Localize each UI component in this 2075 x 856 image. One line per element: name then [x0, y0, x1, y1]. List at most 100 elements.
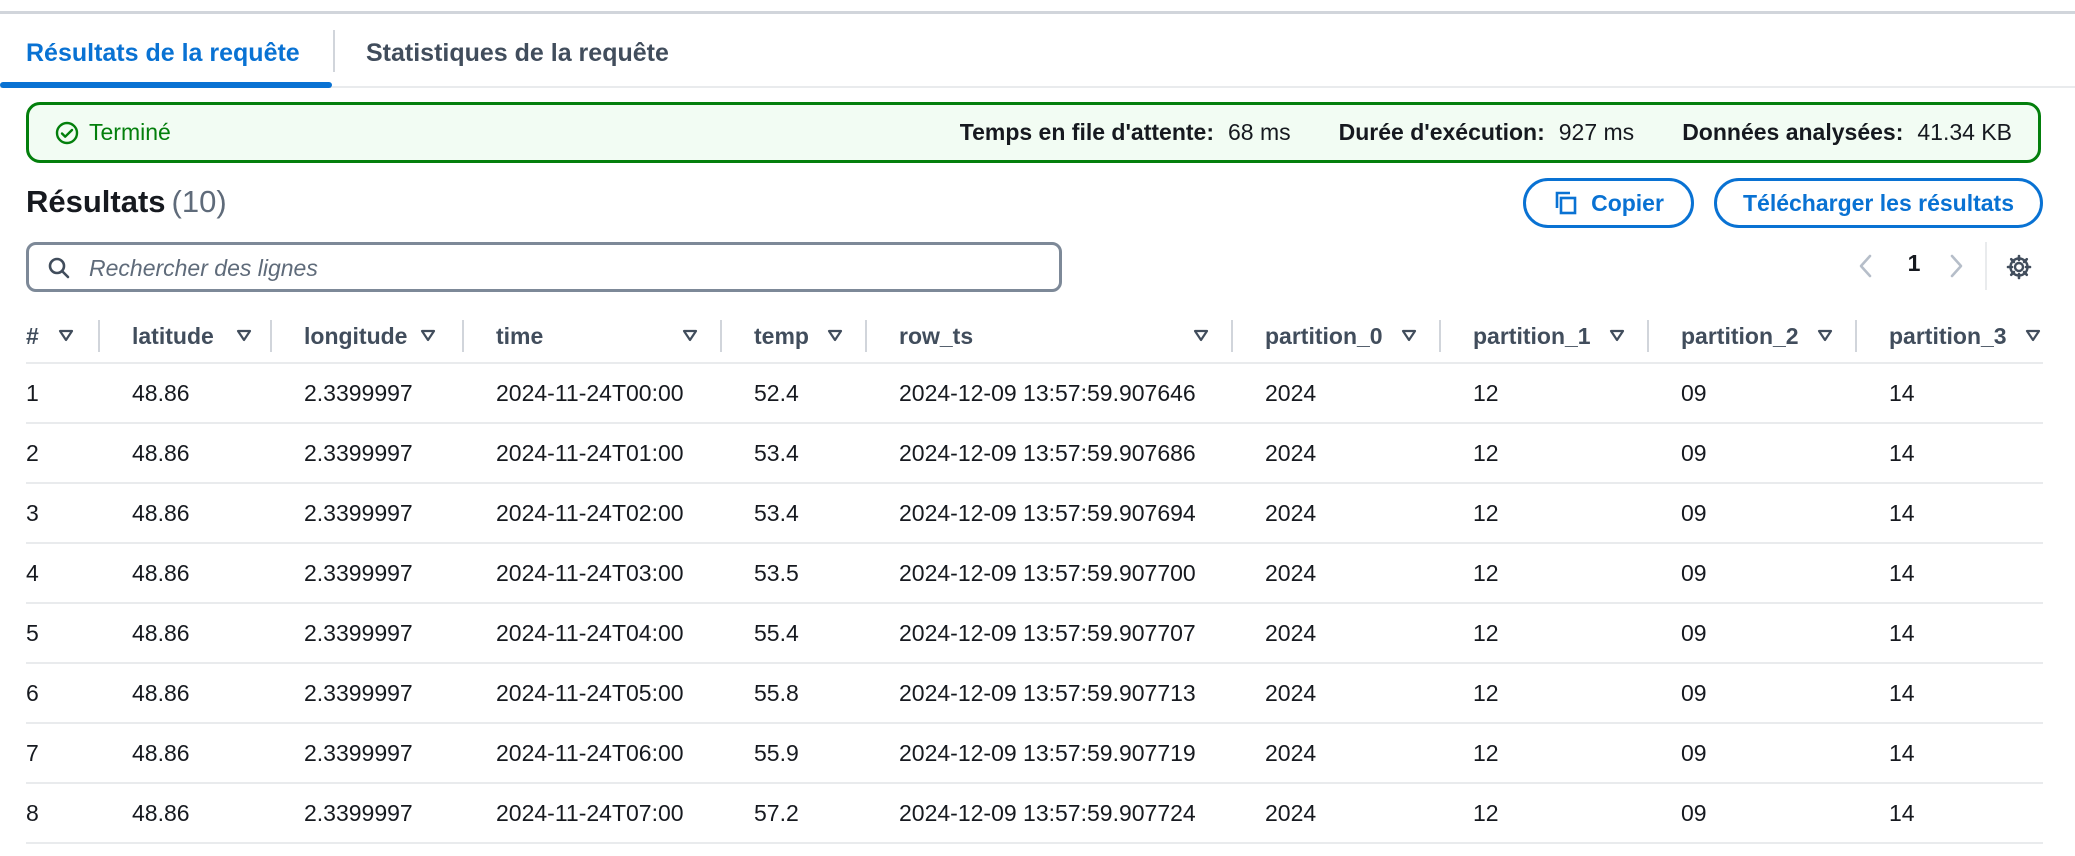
table-cell: 09 [1681, 663, 1889, 724]
sort-caret-icon[interactable] [1401, 328, 1417, 342]
column-header-row-ts[interactable]: row_ts [899, 310, 1265, 364]
table-cell: 2024-11-24T06:00 [496, 723, 754, 784]
download-results-button[interactable]: Télécharger les résultats [1714, 178, 2043, 228]
column-resizer[interactable] [1855, 320, 1857, 352]
table-cell: 48.86 [132, 663, 304, 724]
previous-page-icon[interactable] [1856, 252, 1876, 280]
execution-time-value: 927 ms [1558, 119, 1635, 145]
sort-caret-icon[interactable] [1193, 328, 1209, 342]
table-cell: 2.3399997 [304, 603, 496, 664]
page-number[interactable]: 1 [1902, 250, 1926, 277]
gear-icon[interactable] [2005, 253, 2033, 281]
column-header-temp[interactable]: temp [754, 310, 899, 364]
sort-caret-icon[interactable] [827, 328, 843, 342]
table-cell: 2024-11-24T05:00 [496, 663, 754, 724]
column-resizer[interactable] [1439, 320, 1441, 352]
table-cell: 12 [1473, 603, 1681, 664]
column-resizer[interactable] [865, 320, 867, 352]
column-resizer[interactable] [462, 320, 464, 352]
table-cell: 48.86 [132, 783, 304, 844]
table-cell: 48.86 [132, 603, 304, 664]
column-header-longitude[interactable]: longitude [304, 310, 496, 364]
column-resizer[interactable] [98, 320, 100, 352]
sort-caret-icon[interactable] [236, 328, 252, 342]
table-cell: 2024-11-24T04:00 [496, 603, 754, 664]
table-row: 3 48.86 2.3399997 2024-11-24T02:00 53.4 … [26, 483, 2043, 544]
table-cell: 2024-12-09 13:57:59.907719 [899, 723, 1265, 784]
table-cell: 2024-11-24T07:00 [496, 783, 754, 844]
table-cell: 53.4 [754, 423, 899, 484]
tab-query-stats[interactable]: Statistiques de la requête [366, 26, 669, 88]
table-cell: 2024-12-09 13:57:59.907700 [899, 543, 1265, 604]
tab-query-results[interactable]: Résultats de la requête [26, 26, 300, 88]
table-row: 8 48.86 2.3399997 2024-11-24T07:00 57.2 … [26, 783, 2043, 844]
table-cell: 2.3399997 [304, 363, 496, 424]
data-scanned-label: Données analysées: [1682, 119, 1904, 145]
table-body: 1 48.86 2.3399997 2024-11-24T00:00 52.4 … [26, 363, 2043, 844]
table-cell: 14 [1889, 423, 2043, 484]
table-cell: 48.86 [132, 483, 304, 544]
copy-button[interactable]: Copier [1523, 178, 1694, 228]
results-count: (10) [171, 184, 227, 219]
table-cell: 09 [1681, 783, 1889, 844]
sort-caret-icon[interactable] [420, 328, 436, 342]
table-cell: 2024 [1265, 483, 1473, 544]
table-cell: 2024-12-09 13:57:59.907646 [899, 363, 1265, 424]
table-cell: 2024-12-09 13:57:59.907707 [899, 603, 1265, 664]
table-cell: 55.9 [754, 723, 899, 784]
column-resizer[interactable] [1647, 320, 1649, 352]
queue-time-metric: Temps en file d'attente: 68 ms [960, 119, 1291, 146]
table-cell: 14 [1889, 483, 2043, 544]
queue-time-label: Temps en file d'attente: [959, 119, 1214, 145]
column-header-partition-2[interactable]: partition_2 [1681, 310, 1889, 364]
next-page-icon[interactable] [1946, 252, 1966, 280]
column-header-partition-0[interactable]: partition_0 [1265, 310, 1473, 364]
column-resizer[interactable] [270, 320, 272, 352]
table-cell: 7 [26, 723, 132, 784]
search-input[interactable] [87, 245, 1051, 291]
column-header-partition-3[interactable]: partition_3 [1889, 310, 2043, 364]
column-header-time[interactable]: time [496, 310, 754, 364]
sort-caret-icon[interactable] [2025, 328, 2041, 342]
sort-caret-icon[interactable] [1817, 328, 1833, 342]
table-cell: 8 [26, 783, 132, 844]
table-cell: 14 [1889, 603, 2043, 664]
table-cell: 2024 [1265, 423, 1473, 484]
table-cell: 12 [1473, 363, 1681, 424]
table-row: 4 48.86 2.3399997 2024-11-24T03:00 53.5 … [26, 543, 2043, 604]
check-circle-icon [55, 121, 79, 144]
table-cell: 2024-11-24T01:00 [496, 423, 754, 484]
table-cell: 12 [1473, 543, 1681, 604]
table-cell: 09 [1681, 603, 1889, 664]
table-cell: 48.86 [132, 723, 304, 784]
table-cell: 14 [1889, 663, 2043, 724]
column-header-latitude[interactable]: latitude [132, 310, 304, 364]
table-cell: 09 [1681, 483, 1889, 544]
status-alert: Terminé Temps en file d'attente: 68 ms D… [26, 102, 2041, 163]
table-cell: 14 [1889, 783, 2043, 844]
results-title: Résultats [26, 184, 166, 219]
pagination-divider [1985, 242, 1987, 290]
table-cell: 2024-12-09 13:57:59.907694 [899, 483, 1265, 544]
sort-caret-icon[interactable] [1609, 328, 1625, 342]
column-header-index[interactable]: # [26, 310, 132, 364]
status-indicator: Terminé [55, 105, 171, 160]
table-cell: 2024 [1265, 363, 1473, 424]
table-cell: 12 [1473, 723, 1681, 784]
sort-caret-icon[interactable] [682, 328, 698, 342]
table-cell: 2024 [1265, 603, 1473, 664]
tab-separator [333, 30, 335, 72]
table-cell: 12 [1473, 423, 1681, 484]
table-row: 2 48.86 2.3399997 2024-11-24T01:00 53.4 … [26, 423, 2043, 484]
table-cell: 14 [1889, 543, 2043, 604]
sort-caret-icon[interactable] [58, 328, 74, 342]
column-resizer[interactable] [720, 320, 722, 352]
copy-button-label: Copier [1591, 189, 1664, 216]
table-cell: 09 [1681, 363, 1889, 424]
table-cell: 2024 [1265, 783, 1473, 844]
table-row: 6 48.86 2.3399997 2024-11-24T05:00 55.8 … [26, 663, 2043, 724]
column-resizer[interactable] [1231, 320, 1233, 352]
table-cell: 52.4 [754, 363, 899, 424]
table-cell: 2.3399997 [304, 663, 496, 724]
column-header-partition-1[interactable]: partition_1 [1473, 310, 1681, 364]
